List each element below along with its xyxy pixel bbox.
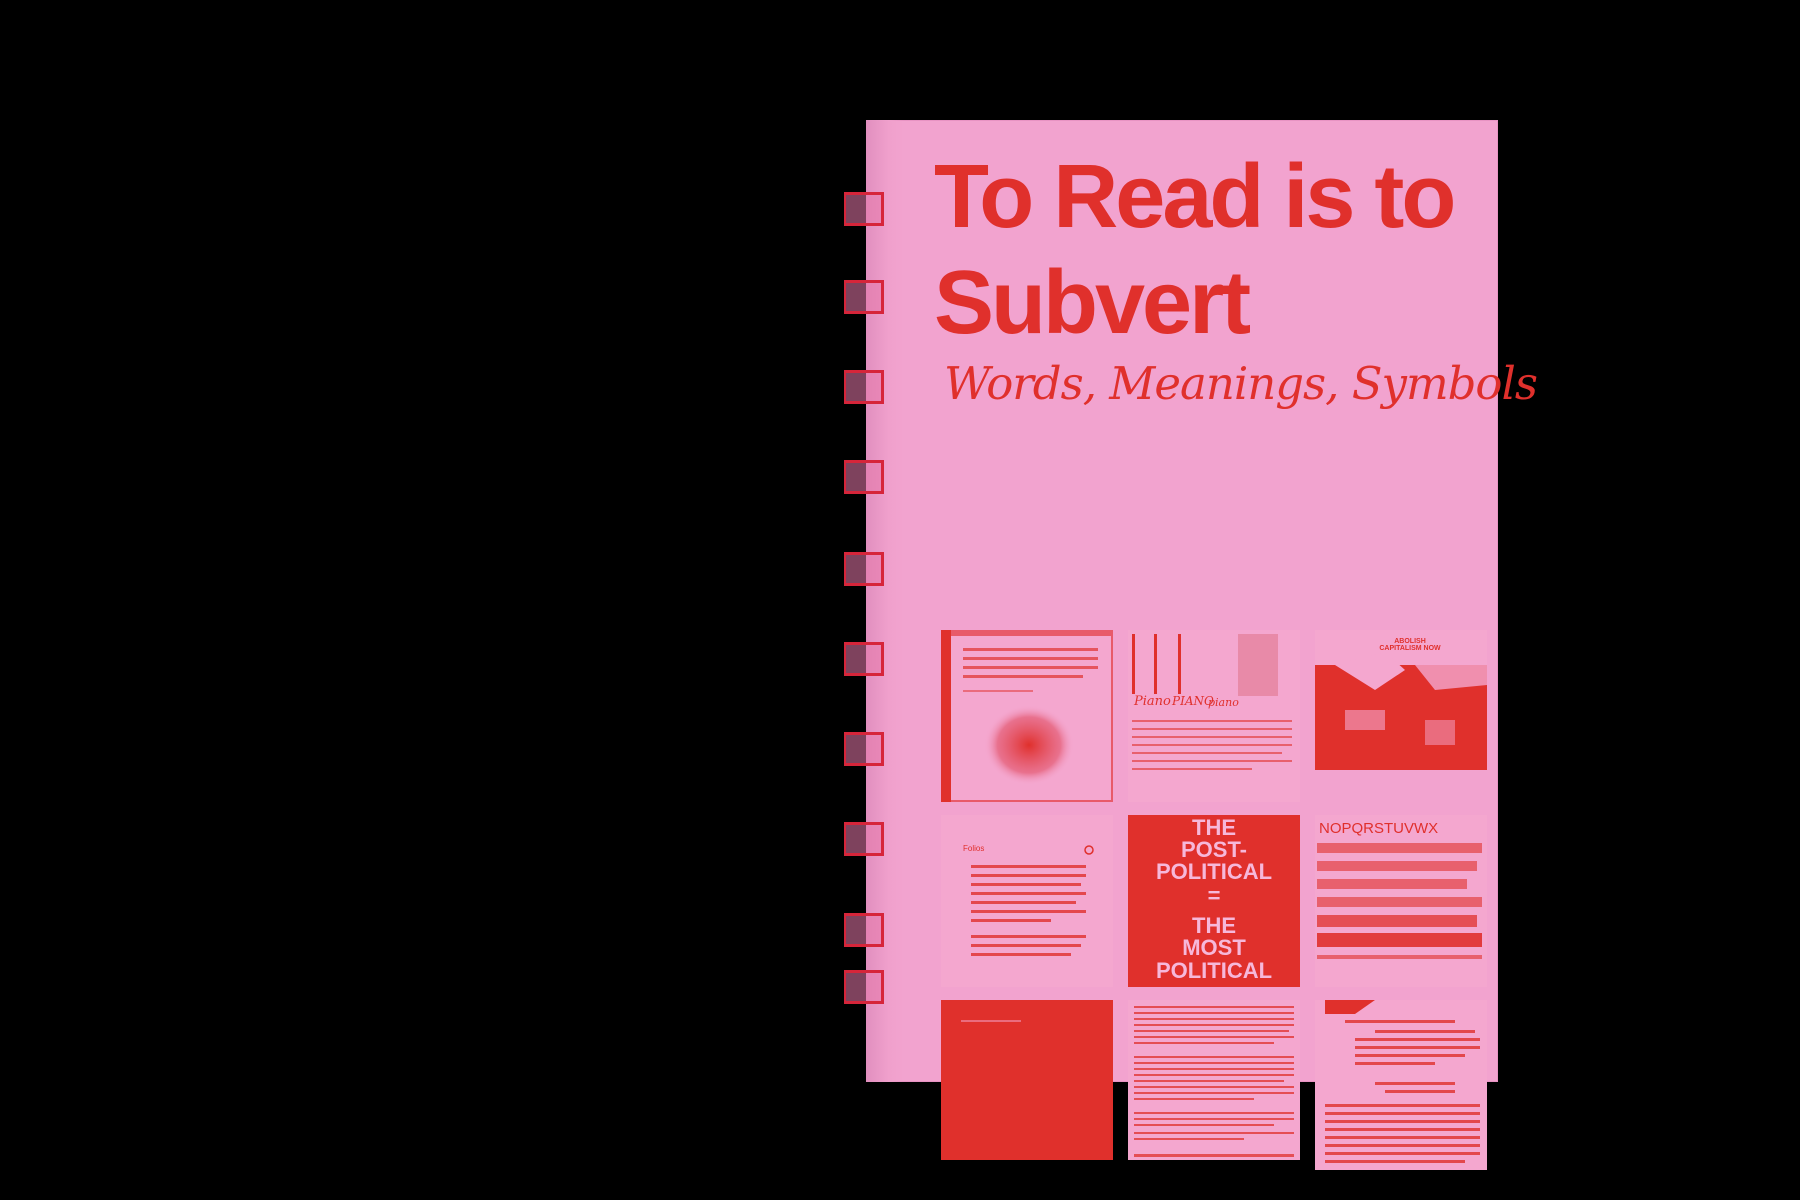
thumbnail-political-poster: THE POST- POLITICAL = THE MOST POLITICAL [1128, 815, 1300, 987]
handwriting-word: Piano [1134, 694, 1171, 709]
binding-stitch [844, 970, 884, 1004]
thumbnail-solid-page [941, 1000, 1113, 1160]
open-book-illustration [941, 630, 1113, 802]
handwriting-word: piano [1208, 696, 1239, 709]
binding-stitch [844, 280, 884, 314]
poster-line: = [1207, 883, 1221, 908]
poster-line: MOST [1182, 935, 1246, 960]
text-page-illustration [1128, 1000, 1300, 1160]
notes-back-label: Folios [963, 844, 985, 853]
binding-stitch [844, 460, 884, 494]
sticker-text: ABOLISH CAPITALISM NOW [1379, 638, 1441, 652]
zine-cover: To Read is to Subvert Words, Meanings, S… [844, 120, 1538, 1170]
binding-stitch [844, 913, 884, 947]
glitch-alphabet-illustration [1315, 815, 1487, 987]
thumbnail-phone-notes: Folios [941, 815, 1113, 987]
thumbnail-grid: Piano PIANO piano ABOLISH CAPITALISM NOW [941, 510, 1487, 1170]
binding-stitch [844, 732, 884, 766]
binding-stitch [844, 642, 884, 676]
alphabet-line: NOPQRSTUVWX [1319, 820, 1439, 837]
thumbnail-glitch-alphabet: NOPQRSTUVWX [1315, 815, 1487, 987]
typewritten-page-illustration [1315, 1000, 1487, 1170]
phone-notes-illustration [941, 815, 1113, 987]
thumbnail-handwriting-spread: Piano PIANO piano [1128, 630, 1300, 802]
poster-line: THE [1192, 815, 1236, 840]
thumbnail-open-book [941, 630, 1113, 802]
binding-stitch [844, 552, 884, 586]
spread-illustration [1128, 630, 1300, 802]
thumbnail-text-page [1128, 1000, 1300, 1160]
faint-line [961, 1020, 1021, 1022]
binding-stitch [844, 192, 884, 226]
thumbnail-protest-photo: ABOLISH CAPITALISM NOW [1315, 630, 1487, 770]
poster-line: POLITICAL [1155, 958, 1273, 983]
scene: To Read is to Subvert Words, Meanings, S… [0, 0, 1800, 1200]
binding-stitch [844, 370, 884, 404]
poster-line: POST- [1180, 837, 1247, 862]
binding-stitch [844, 822, 884, 856]
poster-line: THE [1192, 913, 1236, 938]
poster-line: POLITICAL [1155, 859, 1273, 884]
cover-subtitle: Words, Meanings, Symbols [944, 357, 1538, 410]
cover-title: To Read is to Subvert [934, 147, 1456, 353]
thumbnail-typewritten-page [1315, 1000, 1487, 1170]
